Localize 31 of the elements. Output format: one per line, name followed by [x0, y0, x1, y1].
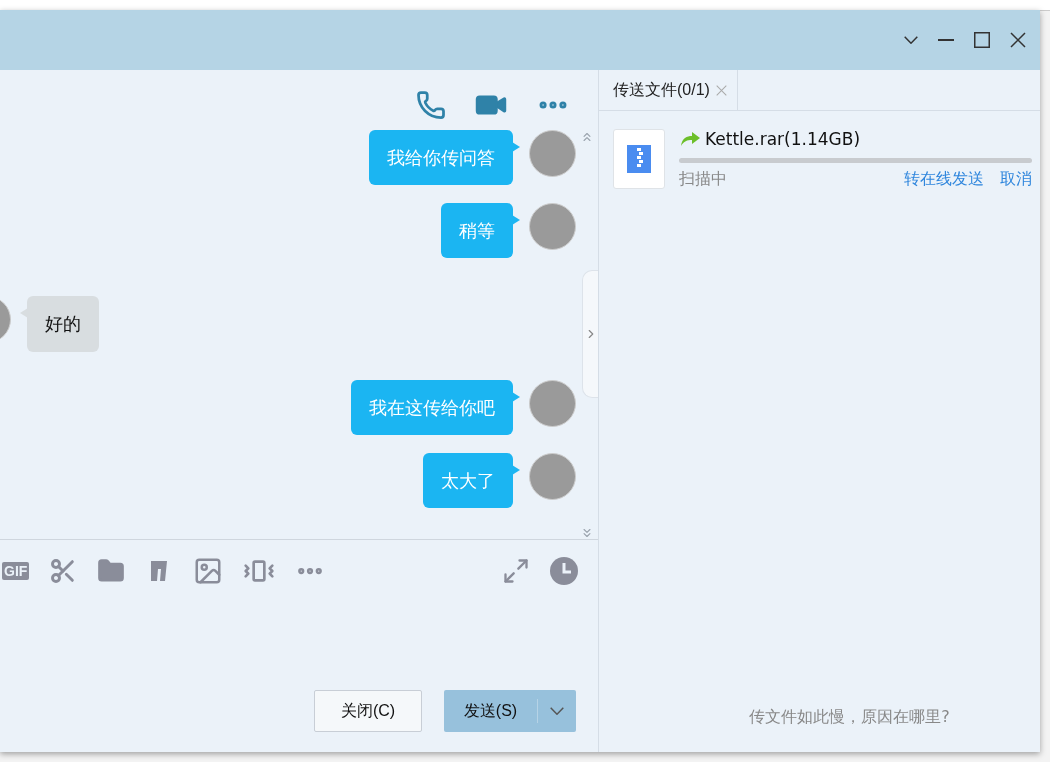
bubble-tail — [512, 215, 520, 225]
send-button[interactable]: 发送(S) — [444, 690, 576, 732]
bubble-tail — [512, 142, 520, 152]
bubble-tail — [512, 392, 520, 402]
phone-icon[interactable] — [416, 90, 446, 120]
dropdown-icon[interactable] — [904, 36, 918, 44]
scroll-down-icon[interactable] — [580, 526, 594, 540]
close-icon[interactable] — [1010, 32, 1026, 48]
arrow-icon — [679, 131, 701, 147]
image-icon[interactable] — [193, 556, 224, 586]
close-button[interactable]: 关闭(C) — [314, 690, 422, 732]
bubble-tail — [20, 308, 28, 318]
action-link[interactable]: 转在线发送 — [904, 169, 984, 190]
avatar — [529, 130, 576, 177]
bubble-tail — [512, 465, 520, 475]
clock-icon[interactable] — [550, 557, 578, 585]
gif-button[interactable]: GIF — [2, 562, 30, 580]
status-text: 扫描中 — [679, 169, 728, 190]
avatar — [529, 380, 576, 427]
avatar — [529, 453, 576, 500]
avatar — [529, 203, 576, 250]
scroll-up-icon[interactable] — [580, 130, 594, 144]
caret-icon[interactable] — [550, 707, 564, 715]
maximize-icon[interactable] — [974, 32, 990, 48]
file-name: Kettle.rar(1.14GB) — [705, 129, 861, 149]
action-link[interactable]: 取消 — [1000, 169, 1032, 190]
folder-icon[interactable] — [97, 557, 126, 585]
help-link[interactable]: 传文件如此慢，原因在哪里? — [689, 707, 950, 752]
zip-file-icon — [613, 129, 665, 189]
expand-icon[interactable] — [502, 557, 530, 585]
collapse-handle[interactable] — [582, 270, 598, 398]
